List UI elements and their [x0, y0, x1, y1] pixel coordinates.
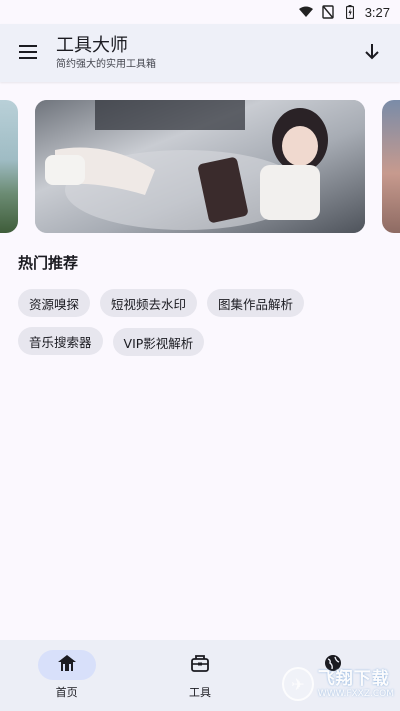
menu-icon: [19, 44, 37, 63]
download-icon: [364, 43, 380, 64]
watermark-text: 飞翔下载 WWW.FXXZ.COM: [318, 669, 394, 700]
banner-carousel[interactable]: [0, 100, 400, 233]
toolbox-icon: [191, 654, 209, 676]
menu-button[interactable]: [0, 24, 56, 82]
banner-photo: [35, 100, 365, 233]
wifi-icon: [298, 5, 313, 19]
chip-music-search[interactable]: 音乐搜索器: [18, 327, 103, 355]
nav-tools[interactable]: 工具: [133, 640, 266, 711]
banner-slide-previous[interactable]: [0, 100, 18, 233]
app-bar: 工具大师 简约强大的实用工具箱: [0, 24, 400, 82]
chip-gallery-parse[interactable]: 图集作品解析: [207, 289, 305, 317]
nav-home[interactable]: 首页: [0, 640, 133, 711]
app-subtitle: 简约强大的实用工具箱: [56, 58, 156, 70]
title-block: 工具大师 简约强大的实用工具箱: [56, 35, 344, 72]
chip-video-watermark-remove[interactable]: 短视频去水印: [100, 289, 198, 317]
chip-resource-sniff[interactable]: 资源嗅探: [18, 289, 91, 317]
no-signal-icon: [321, 5, 335, 19]
battery-icon: [343, 5, 357, 19]
app-title: 工具大师: [56, 34, 128, 56]
download-button[interactable]: [344, 24, 400, 82]
banner-slide-current[interactable]: [35, 100, 365, 233]
hot-chip-list: 资源嗅探 短视频去水印 图集作品解析 音乐搜索器 VIP影视解析: [18, 289, 388, 356]
status-time: 3:27: [364, 4, 390, 20]
nav-home-indicator: [37, 650, 96, 680]
home-icon: [57, 654, 77, 676]
banner-slide-next[interactable]: [382, 100, 400, 233]
site-watermark: ✈ 飞翔下载 WWW.FXXZ.COM: [282, 664, 394, 704]
watermark-main-text: 飞翔下载: [317, 668, 390, 689]
chip-vip-video-parse[interactable]: VIP影视解析: [112, 328, 205, 356]
watermark-logo-icon: ✈: [282, 667, 314, 701]
nav-tools-indicator: [171, 650, 229, 680]
nav-tools-label: 工具: [188, 686, 211, 699]
watermark-sub-text: WWW.FXXZ.COM: [317, 688, 394, 699]
status-bar: 3:27: [0, 0, 400, 24]
hot-section-title: 热门推荐: [18, 254, 79, 272]
nav-home-label: 首页: [55, 686, 78, 699]
